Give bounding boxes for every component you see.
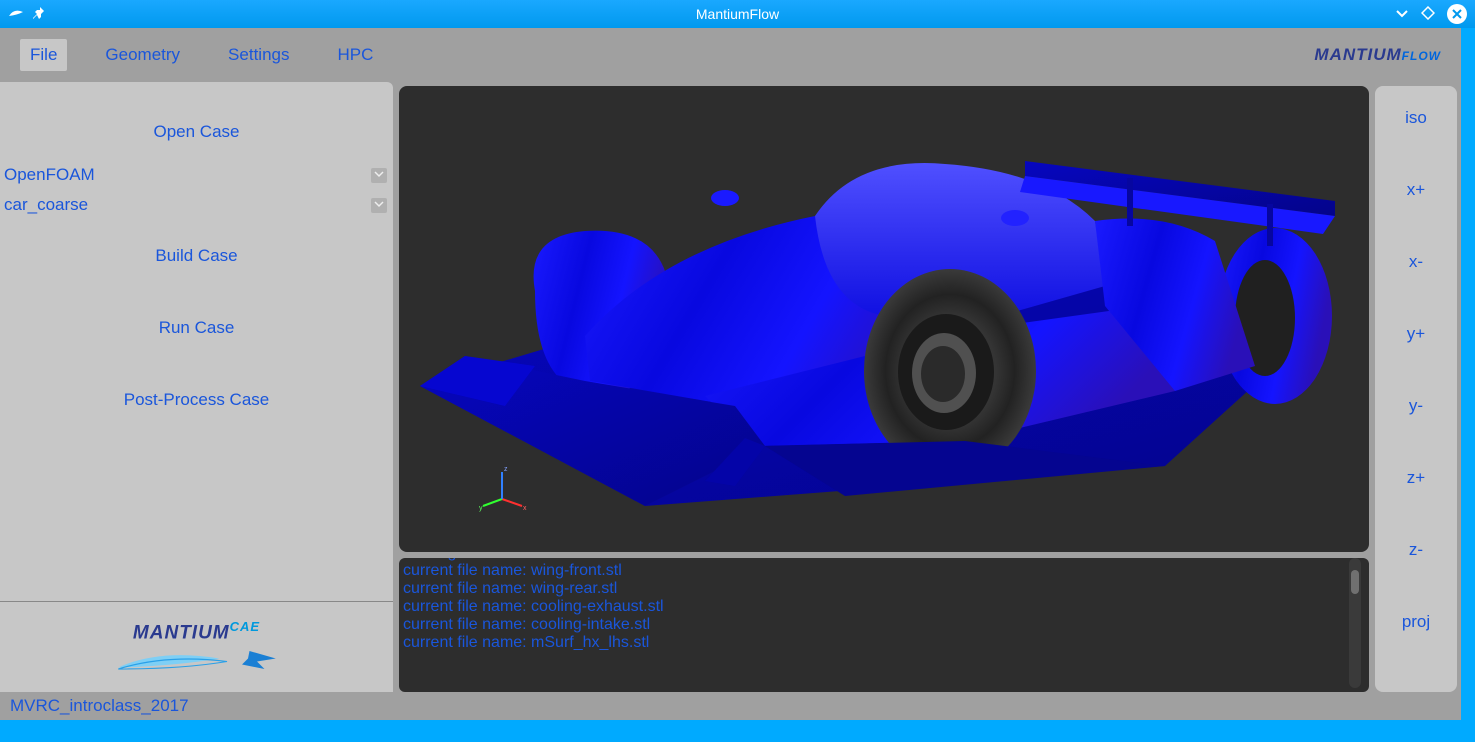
view-xplus-button[interactable]: x+ bbox=[1407, 180, 1425, 200]
solver-dropdown[interactable]: OpenFOAM bbox=[0, 160, 393, 190]
window-titlebar: MantiumFlow bbox=[0, 0, 1475, 28]
status-text: MVRC_introclass_2017 bbox=[10, 696, 189, 716]
view-iso-button[interactable]: iso bbox=[1405, 108, 1427, 128]
view-zplus-button[interactable]: z+ bbox=[1407, 468, 1425, 488]
chevron-down-icon[interactable] bbox=[371, 168, 387, 183]
view-yminus-button[interactable]: y- bbox=[1409, 396, 1423, 416]
menu-geometry[interactable]: Geometry bbox=[95, 39, 190, 71]
view-zminus-button[interactable]: z- bbox=[1409, 540, 1423, 560]
open-case-button[interactable]: Open Case bbox=[0, 92, 393, 160]
brand-logo-bottom: MANTIUMCAE bbox=[0, 602, 393, 692]
menu-settings[interactable]: Settings bbox=[218, 39, 299, 71]
window-title: MantiumFlow bbox=[696, 6, 779, 22]
view-proj-button[interactable]: proj bbox=[1402, 612, 1430, 632]
app-icon bbox=[8, 6, 24, 23]
chevron-down-icon[interactable] bbox=[371, 198, 387, 213]
console-line: current file name: wing-rear.stl bbox=[403, 580, 1349, 598]
post-process-button[interactable]: Post-Process Case bbox=[0, 364, 393, 436]
left-panel: Open Case OpenFOAM car_coarse Build Case… bbox=[0, 82, 393, 692]
menu-file[interactable]: File bbox=[20, 39, 67, 71]
swoosh-icon bbox=[107, 645, 287, 675]
axis-gizmo: x y z bbox=[477, 464, 527, 514]
maximize-icon[interactable] bbox=[1421, 6, 1435, 23]
view-buttons-panel: iso x+ x- y+ y- z+ z- proj bbox=[1375, 86, 1457, 692]
view-yplus-button[interactable]: y+ bbox=[1407, 324, 1425, 344]
console-line: current file name: cooling-intake.stl bbox=[403, 616, 1349, 634]
svg-text:x: x bbox=[523, 505, 527, 512]
minimize-icon[interactable] bbox=[1395, 6, 1409, 23]
center-panel: x y z reading files... current file name… bbox=[393, 82, 1375, 692]
scrollbar-thumb[interactable] bbox=[1351, 570, 1359, 594]
solver-value: OpenFOAM bbox=[4, 165, 95, 185]
console-lines: reading files... current file name: wing… bbox=[403, 558, 1349, 688]
template-value: car_coarse bbox=[4, 195, 88, 215]
app-body: File Geometry Settings HPC MANTIUMFLOW O… bbox=[0, 28, 1461, 720]
console-output: reading files... current file name: wing… bbox=[399, 558, 1369, 692]
template-dropdown[interactable]: car_coarse bbox=[0, 190, 393, 220]
console-line: current file name: cooling-exhaust.stl bbox=[403, 598, 1349, 616]
svg-text:z: z bbox=[504, 466, 508, 473]
close-button[interactable] bbox=[1447, 4, 1467, 24]
brand-logo-top: MANTIUMFLOW bbox=[1314, 45, 1451, 65]
console-line: current file name: mSurf_hx_lhs.stl bbox=[403, 634, 1349, 652]
status-bar: MVRC_introclass_2017 bbox=[0, 692, 1461, 720]
window-bottom-border bbox=[6, 720, 1467, 740]
console-line: current file name: wing-front.stl bbox=[403, 562, 1349, 580]
console-scrollbar[interactable] bbox=[1349, 558, 1361, 688]
main-content: Open Case OpenFOAM car_coarse Build Case… bbox=[0, 82, 1461, 692]
build-case-button[interactable]: Build Case bbox=[0, 220, 393, 292]
pin-icon[interactable] bbox=[32, 6, 46, 23]
3d-viewport[interactable]: x y z bbox=[399, 86, 1369, 552]
menu-hpc[interactable]: HPC bbox=[327, 39, 383, 71]
car-render bbox=[399, 86, 1369, 552]
menubar: File Geometry Settings HPC MANTIUMFLOW bbox=[0, 28, 1461, 82]
view-xminus-button[interactable]: x- bbox=[1409, 252, 1423, 272]
svg-text:y: y bbox=[479, 505, 483, 512]
run-case-button[interactable]: Run Case bbox=[0, 292, 393, 364]
